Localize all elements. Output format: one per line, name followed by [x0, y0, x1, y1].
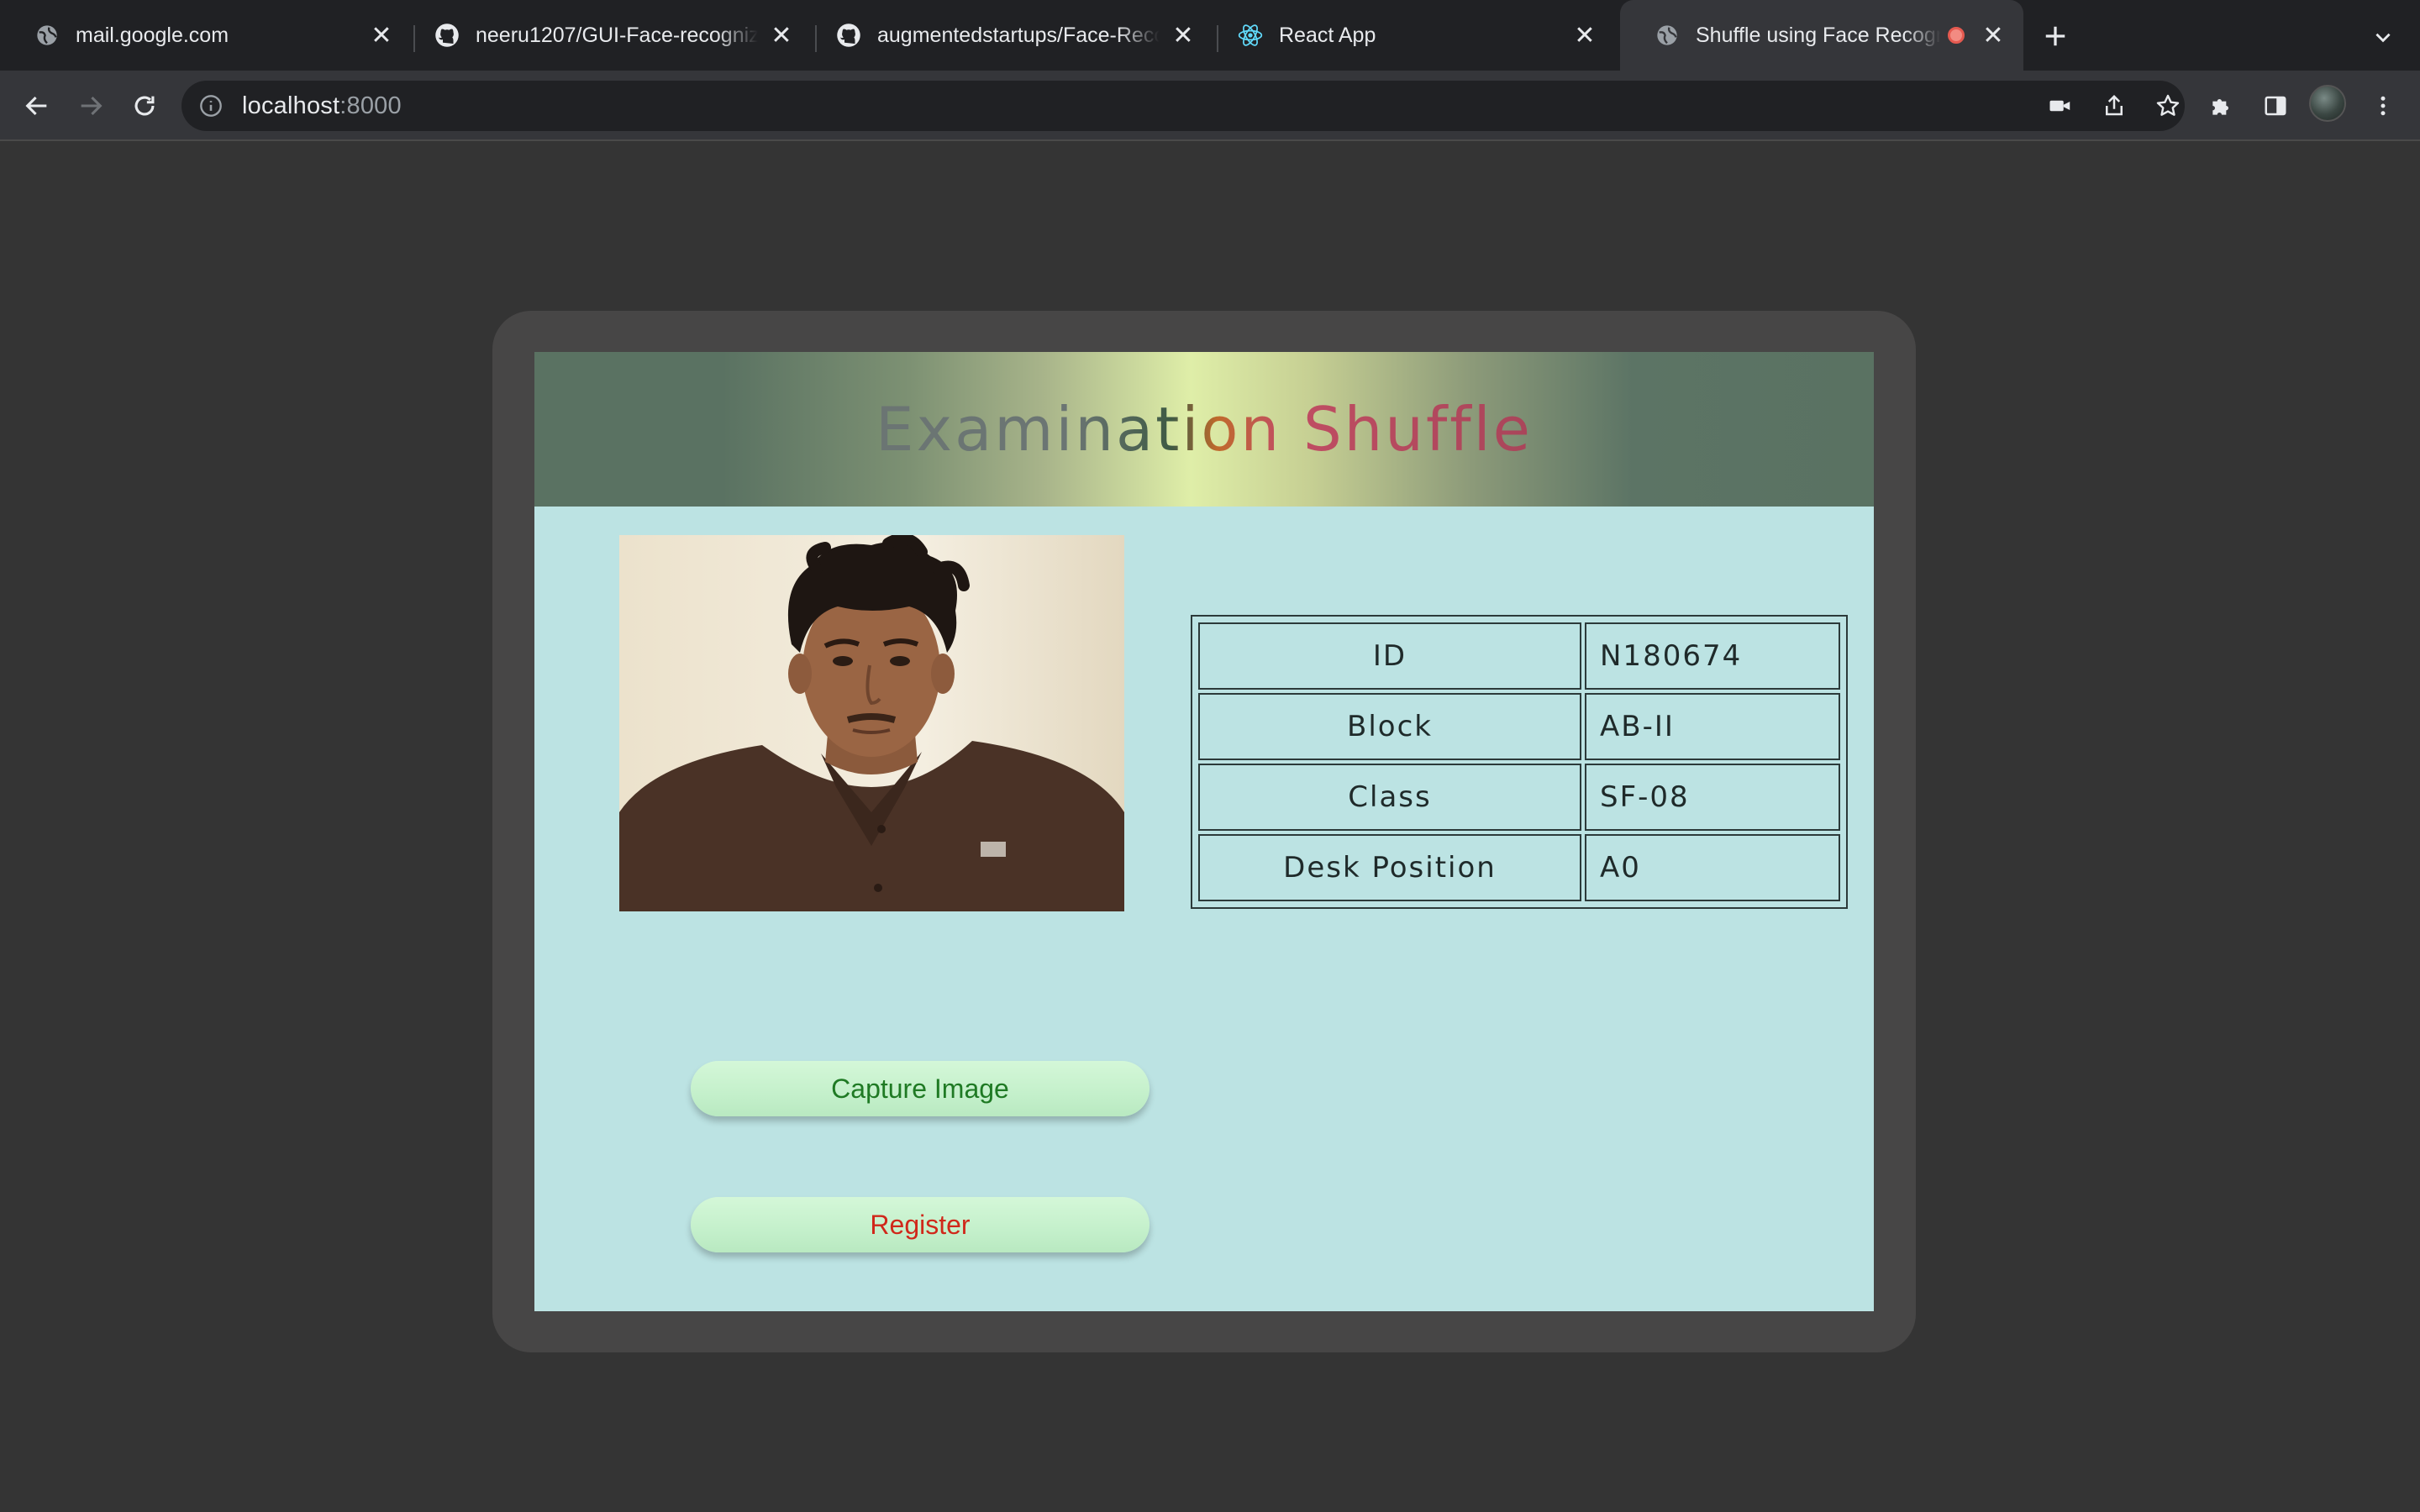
react-icon [1237, 22, 1264, 49]
close-icon[interactable]: ✕ [1570, 20, 1600, 50]
captured-photo [619, 535, 1124, 911]
table-row: ID N180674 [1198, 622, 1840, 690]
table-row: Block AB-II [1198, 693, 1840, 760]
arrow-left-icon [25, 96, 47, 116]
globe-icon [1654, 22, 1681, 49]
profile-avatar[interactable] [2309, 85, 2346, 122]
camera-icon[interactable] [2047, 92, 2074, 119]
page-title: Examination Shuffle [876, 394, 1533, 465]
close-icon[interactable]: ✕ [366, 20, 397, 50]
tab-mail[interactable]: mail.google.com ✕ [0, 0, 412, 71]
github-icon [835, 22, 862, 49]
capture-image-button[interactable]: Capture Image [691, 1061, 1150, 1116]
address-bar[interactable]: localhost:8000 [182, 81, 2185, 131]
url-port: :8000 [339, 92, 402, 119]
tab-shuffle[interactable]: Shuffle using Face Recognition ✕ [1620, 0, 2023, 71]
tab-strip: mail.google.com ✕ neeru1207/GUI-Face-rec… [0, 0, 2420, 71]
tab-title: Shuffle using Face Recognition [1696, 23, 1941, 47]
close-icon[interactable]: ✕ [766, 20, 797, 50]
details-label: Desk Position [1198, 834, 1581, 901]
tab-title: augmentedstartups/Face-Recognition [877, 23, 1160, 47]
plus-icon [2045, 26, 2065, 46]
details-label: Block [1198, 693, 1581, 760]
forward-button[interactable] [72, 87, 109, 124]
info-icon[interactable] [198, 93, 224, 118]
table-row: Class SF-08 [1198, 764, 1840, 831]
close-icon[interactable]: ✕ [1168, 20, 1198, 50]
chevron-down-icon [2375, 33, 2391, 43]
star-icon[interactable] [2154, 92, 2181, 119]
tab-react-app[interactable]: React App ✕ [1203, 0, 1615, 71]
extensions-button[interactable] [2203, 87, 2240, 124]
details-value: SF-08 [1585, 764, 1840, 831]
details-value: AB-II [1585, 693, 1840, 760]
reload-icon [134, 96, 155, 116]
header-banner: Examination Shuffle [534, 352, 1874, 507]
table-row: Desk Position A0 [1198, 834, 1840, 901]
back-button[interactable] [18, 87, 55, 124]
github-icon [434, 22, 460, 49]
new-tab-button[interactable] [2037, 18, 2074, 55]
main-card: Examination Shuffle ID N180674 Block AB-… [534, 352, 1874, 1311]
arrow-right-icon [81, 96, 103, 116]
browser-toolbar: localhost:8000 [0, 71, 2420, 141]
side-panel-button[interactable] [2257, 87, 2294, 124]
recording-icon [1948, 27, 1965, 44]
share-icon[interactable] [2101, 92, 2128, 119]
details-label: ID [1198, 622, 1581, 690]
tab-title: neeru1207/GUI-Face-recognizer [476, 23, 758, 47]
url-host: localhost [242, 92, 340, 119]
reload-button[interactable] [126, 87, 163, 124]
register-button[interactable]: Register [691, 1197, 1150, 1252]
puzzle-icon [2212, 99, 2228, 115]
tab-title: mail.google.com [76, 23, 229, 47]
details-value: A0 [1585, 834, 1840, 901]
url-text: localhost:8000 [242, 92, 402, 120]
details-label: Class [1198, 764, 1581, 831]
tab-search-button[interactable] [2366, 24, 2400, 50]
tab-github-gui-face-recognizer[interactable]: neeru1207/GUI-Face-recognizer ✕ [400, 0, 812, 71]
details-value: N180674 [1585, 622, 1840, 690]
tab-title: React App [1279, 23, 1376, 47]
side-panel-icon [2265, 96, 2286, 116]
globe-icon [34, 22, 60, 49]
tab-github-face-recognition[interactable]: augmentedstartups/Face-Recognition ✕ [802, 0, 1213, 71]
kebab-menu-icon [2381, 96, 2386, 116]
menu-button[interactable] [2365, 87, 2402, 124]
student-details-table: ID N180674 Block AB-II Class SF-08 Desk … [1191, 615, 1848, 909]
close-icon[interactable]: ✕ [1978, 20, 2008, 50]
